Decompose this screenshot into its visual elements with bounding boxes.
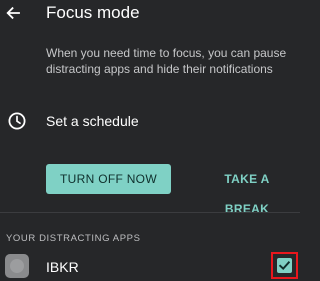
arrow-back-icon [6,6,20,20]
page-title: Focus mode [46,3,140,22]
turn-off-now-button[interactable]: TURN OFF NOW [46,164,171,194]
distracting-apps-header: YOUR DISTRACTING APPS [6,233,141,244]
app-icon [5,254,29,278]
focus-mode-screen: Focus mode When you need time to focus, … [0,0,300,281]
section-divider [0,212,300,213]
clock-icon [8,112,26,130]
set-schedule-label: Set a schedule [46,113,139,129]
app-name: IBKR [46,259,79,275]
set-schedule-row[interactable]: Set a schedule [0,104,300,138]
back-button[interactable] [0,0,26,26]
app-checkbox[interactable] [277,258,292,273]
check-icon [278,261,291,270]
take-a-break-button[interactable]: TAKE A BREAK [204,164,290,216]
highlight-box [271,252,298,279]
focus-mode-description: When you need time to focus, you can pau… [46,46,287,76]
app-row-ibkr[interactable]: IBKR [0,250,300,281]
